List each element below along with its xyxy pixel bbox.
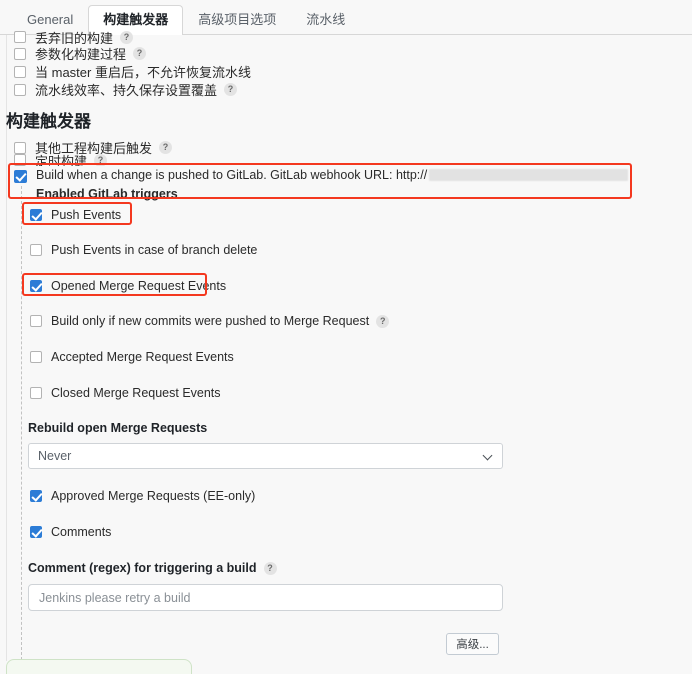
comment-regex-label-row: Comment (regex) for triggering a build ? bbox=[28, 561, 277, 575]
help-icon-pipeline-durability-override[interactable]: ? bbox=[224, 83, 238, 96]
rebuild-open-mrs-select[interactable]: Never bbox=[28, 443, 503, 469]
gitlab-webhook-url-label: Build when a change is pushed to GitLab.… bbox=[36, 168, 428, 182]
option-push-events-branch-delete-label: Push Events in case of branch delete bbox=[51, 243, 258, 257]
comment-regex-input-value: Jenkins please retry a build bbox=[39, 590, 191, 605]
gitlab-trigger-block[interactable]: Build when a change is pushed to GitLab.… bbox=[14, 168, 692, 201]
option-pipeline-durability-override-label: 流水线效率、持久保存设置覆盖 bbox=[35, 83, 218, 98]
nesting-guide-line bbox=[21, 186, 22, 660]
build-triggers-page: General 构建触发器 高级项目选项 流水线 丢弃旧的构建 ? 参数化构建过… bbox=[0, 0, 692, 674]
option-comments[interactable]: Comments bbox=[30, 525, 111, 539]
checkbox-pipeline-durability-override[interactable] bbox=[14, 83, 26, 96]
option-build-periodically[interactable]: 定时构建 ? bbox=[14, 154, 108, 166]
help-icon-parameterized-build[interactable]: ? bbox=[133, 47, 147, 60]
option-push-events-branch-delete[interactable]: Push Events in case of branch delete bbox=[30, 243, 257, 257]
option-accepted-merge-request-events[interactable]: Accepted Merge Request Events bbox=[30, 350, 234, 364]
option-closed-merge-request-events-label: Closed Merge Request Events bbox=[51, 386, 221, 400]
checkbox-build-only-new-commits[interactable] bbox=[30, 315, 42, 327]
option-build-only-new-commits-label: Build only if new commits were pushed to… bbox=[51, 314, 370, 328]
checkbox-parameterized-build[interactable] bbox=[14, 47, 26, 60]
chevron-down-icon bbox=[484, 452, 493, 461]
checkbox-discard-old-builds[interactable] bbox=[14, 31, 26, 43]
option-no-resume-after-master-restart[interactable]: 当 master 重启后，不允许恢复流水线 bbox=[14, 62, 251, 81]
checkbox-closed-merge-request-events[interactable] bbox=[30, 387, 42, 399]
help-icon-comment-regex[interactable]: ? bbox=[263, 561, 277, 575]
checkbox-push-events-branch-delete[interactable] bbox=[30, 244, 42, 256]
rebuild-open-mrs-label: Rebuild open Merge Requests bbox=[28, 421, 208, 435]
page-title: 构建触发器 bbox=[6, 112, 91, 131]
comment-regex-input[interactable]: Jenkins please retry a build bbox=[28, 584, 503, 611]
checkbox-no-resume-after-master-restart[interactable] bbox=[14, 65, 26, 78]
checkbox-opened-merge-request-events[interactable] bbox=[30, 280, 42, 292]
comment-regex-label: Comment (regex) for triggering a build bbox=[28, 561, 257, 575]
option-no-resume-after-master-restart-label: 当 master 重启后，不允许恢复流水线 bbox=[35, 65, 251, 80]
option-pipeline-durability-override[interactable]: 流水线效率、持久保存设置覆盖 ? bbox=[14, 80, 238, 99]
option-parameterized-build[interactable]: 参数化构建过程 ? bbox=[14, 44, 147, 63]
option-build-periodically-label: 定时构建 bbox=[35, 154, 88, 166]
help-icon-build-periodically[interactable]: ? bbox=[94, 154, 108, 166]
redacted-webhook-url bbox=[429, 169, 629, 181]
checkbox-accepted-merge-request-events[interactable] bbox=[30, 351, 42, 363]
advanced-button[interactable]: 高级... bbox=[446, 633, 499, 655]
checkbox-comments[interactable] bbox=[30, 526, 42, 538]
option-closed-merge-request-events[interactable]: Closed Merge Request Events bbox=[30, 386, 221, 400]
option-approved-merge-requests-label: Approved Merge Requests (EE-only) bbox=[51, 489, 256, 503]
option-parameterized-build-label: 参数化构建过程 bbox=[35, 47, 127, 62]
help-icon-build-after-other-projects[interactable]: ? bbox=[159, 141, 173, 154]
enabled-gitlab-triggers-label: Enabled GitLab triggers bbox=[36, 187, 178, 201]
checkbox-gitlab-push-trigger[interactable] bbox=[14, 170, 27, 183]
rebuild-open-mrs-selected-value: Never bbox=[38, 449, 72, 463]
option-opened-merge-request-events-label: Opened Merge Request Events bbox=[51, 279, 227, 293]
option-opened-merge-request-events[interactable]: Opened Merge Request Events bbox=[30, 279, 226, 293]
option-approved-merge-requests[interactable]: Approved Merge Requests (EE-only) bbox=[30, 489, 255, 503]
option-comments-label: Comments bbox=[51, 525, 112, 539]
option-discard-old-builds-label: 丢弃旧的构建 bbox=[35, 30, 114, 45]
option-push-events-label: Push Events bbox=[51, 208, 122, 222]
checkbox-build-periodically[interactable] bbox=[14, 154, 26, 166]
tab-pipeline[interactable]: 流水线 bbox=[291, 5, 360, 35]
checkbox-build-after-other-projects[interactable] bbox=[14, 141, 26, 154]
option-accepted-merge-request-events-label: Accepted Merge Request Events bbox=[51, 350, 234, 364]
checkbox-approved-merge-requests[interactable] bbox=[30, 490, 42, 502]
help-icon-build-only-new-commits[interactable]: ? bbox=[376, 314, 390, 328]
option-build-only-new-commits[interactable]: Build only if new commits were pushed to… bbox=[30, 314, 390, 328]
bottom-green-panel bbox=[6, 659, 192, 674]
help-icon-discard-old-builds[interactable]: ? bbox=[120, 30, 134, 44]
option-push-events[interactable]: Push Events bbox=[30, 208, 121, 222]
tab-advanced-project-options[interactable]: 高级项目选项 bbox=[183, 5, 291, 35]
checkbox-push-events[interactable] bbox=[30, 209, 42, 221]
option-discard-old-builds[interactable]: 丢弃旧的构建 ? bbox=[14, 30, 134, 45]
